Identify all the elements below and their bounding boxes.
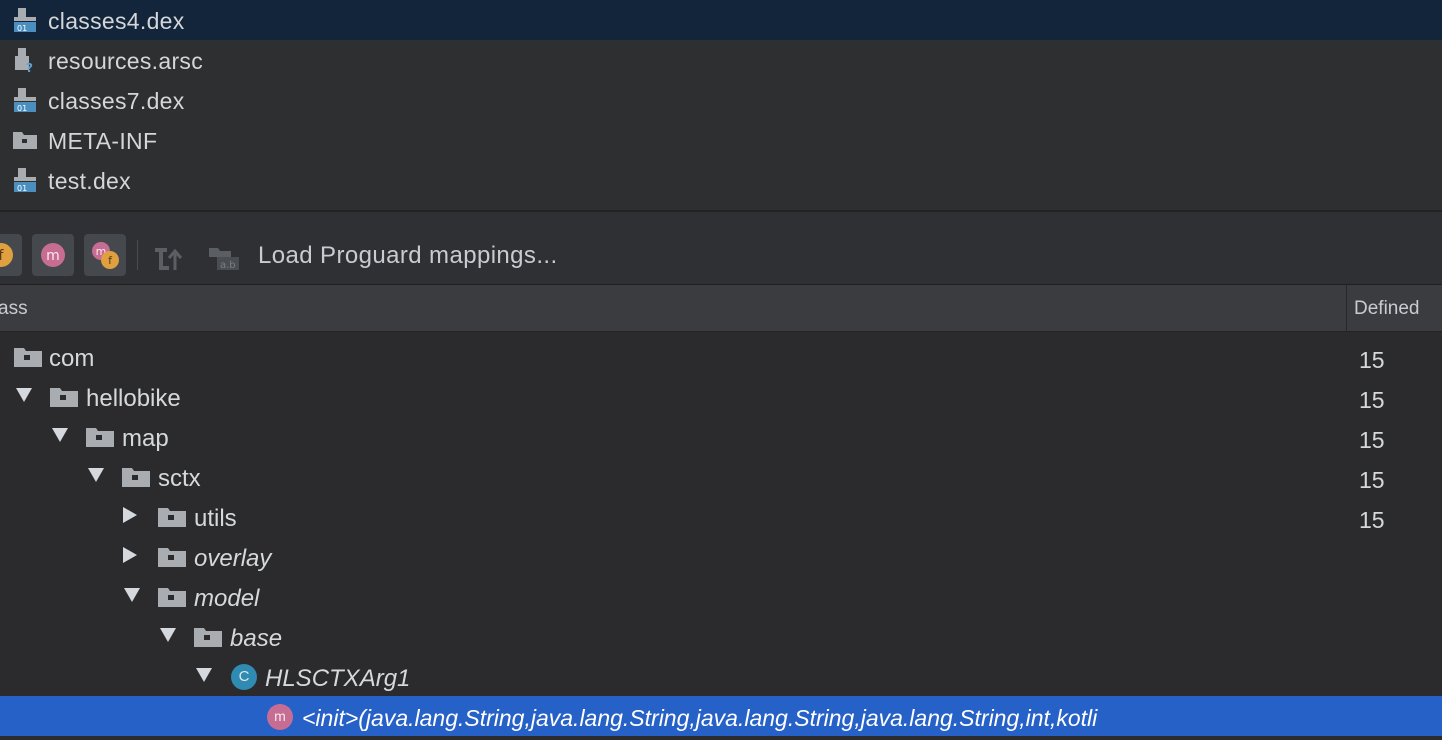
show-methods-button[interactable]: m bbox=[32, 234, 74, 276]
file-item-label: classes4.dex bbox=[48, 8, 185, 34]
tree-node-utils[interactable]: utils 15 bbox=[0, 496, 1442, 536]
defined-count: 15 bbox=[1359, 347, 1385, 373]
tree-node-label: HLSCTXArg1 bbox=[265, 665, 411, 692]
tree-node-overlay[interactable]: overlay bbox=[0, 536, 1442, 576]
tree-node-label: model bbox=[194, 585, 260, 612]
dex-file-icon: 01 bbox=[14, 8, 36, 33]
defined-count: 15 bbox=[1359, 387, 1385, 413]
tree-node-label: overlay bbox=[194, 545, 272, 572]
tree-node-label: <init>(java.lang.String,java.lang.String… bbox=[302, 705, 1098, 731]
package-folder-icon bbox=[50, 388, 78, 407]
tree-node-com[interactable]: com 15 bbox=[0, 336, 1442, 376]
package-folder-icon bbox=[122, 468, 150, 487]
defined-count: 15 bbox=[1359, 427, 1385, 453]
expand-arrow-icon[interactable] bbox=[160, 628, 176, 642]
tree-node-label: sctx bbox=[158, 465, 201, 492]
collapse-arrow-icon[interactable] bbox=[123, 507, 137, 523]
file-list: 01 classes4.dex ? resources.arsc 01 clas… bbox=[0, 0, 1442, 210]
file-item-classes7-dex[interactable]: 01 classes7.dex bbox=[0, 80, 1442, 120]
package-folder-icon bbox=[158, 588, 186, 607]
svg-text:?: ? bbox=[26, 61, 33, 73]
column-separator[interactable] bbox=[1346, 285, 1347, 331]
package-folder-icon bbox=[14, 348, 42, 367]
svg-text:a.b: a.b bbox=[220, 260, 236, 271]
tree-node-base[interactable]: base bbox=[0, 616, 1442, 656]
package-rename-icon[interactable]: a.b bbox=[207, 242, 241, 272]
svg-text:01: 01 bbox=[17, 104, 27, 113]
show-fields-button[interactable]: f bbox=[0, 234, 22, 276]
tree-node-label: base bbox=[230, 625, 283, 652]
svg-text:01: 01 bbox=[17, 24, 27, 33]
defined-column-header[interactable]: Defined bbox=[1354, 298, 1420, 320]
collapse-arrow-icon[interactable] bbox=[123, 547, 137, 563]
expand-arrow-icon[interactable] bbox=[88, 468, 104, 482]
dex-file-icon: 01 bbox=[14, 168, 36, 193]
load-proguard-mappings-link[interactable]: Load Proguard mappings... bbox=[258, 242, 558, 270]
class-column-header[interactable]: ass bbox=[0, 298, 28, 320]
tree-node-sctx[interactable]: sctx 15 bbox=[0, 456, 1442, 496]
defined-count: 15 bbox=[1359, 507, 1385, 533]
defined-count: 15 bbox=[1359, 467, 1385, 493]
file-item-label: classes7.dex bbox=[48, 88, 185, 114]
tree-node-label: utils bbox=[194, 505, 237, 532]
toolbar: f m m f a.b Load Proguard mappings... bbox=[0, 212, 1442, 285]
tree-node-init-method[interactable]: m <init>(java.lang.String,java.lang.Stri… bbox=[0, 696, 1442, 736]
tree-node-model[interactable]: model bbox=[0, 576, 1442, 616]
folder-icon bbox=[13, 132, 37, 149]
package-folder-icon bbox=[194, 628, 222, 647]
file-item-meta-inf[interactable]: META-INF bbox=[0, 120, 1442, 160]
tree-node-label: hellobike bbox=[86, 385, 181, 412]
class-tree: com 15 hellobike 15 map 15 sctx 15 utils bbox=[0, 332, 1442, 740]
fields-methods-icon: m f bbox=[92, 242, 119, 269]
show-referenced-button[interactable]: m f bbox=[84, 234, 126, 276]
unknown-file-icon: ? bbox=[15, 48, 33, 73]
file-item-resources-arsc[interactable]: ? resources.arsc bbox=[0, 40, 1442, 80]
method-icon: m bbox=[267, 704, 293, 730]
toolbar-separator bbox=[137, 240, 138, 270]
file-item-test-dex[interactable]: 01 test.dex bbox=[0, 160, 1442, 200]
expand-arrow-icon[interactable] bbox=[196, 668, 212, 682]
file-item-label: test.dex bbox=[48, 168, 131, 194]
field-icon: f bbox=[0, 243, 13, 267]
tree-column-header: ass Defined bbox=[0, 285, 1442, 332]
file-item-classes4-dex[interactable]: 01 classes4.dex bbox=[0, 0, 1442, 40]
dex-file-icon: 01 bbox=[14, 88, 36, 113]
tree-node-hellobike[interactable]: hellobike 15 bbox=[0, 376, 1442, 416]
svg-text:01: 01 bbox=[17, 184, 27, 193]
expand-arrow-icon[interactable] bbox=[16, 388, 32, 402]
file-item-label: resources.arsc bbox=[48, 48, 204, 74]
tree-node-label: map bbox=[122, 425, 169, 452]
tree-node-hlsctxarg1[interactable]: C HLSCTXArg1 bbox=[0, 656, 1442, 696]
file-item-label: META-INF bbox=[48, 128, 158, 154]
expand-arrow-icon[interactable] bbox=[124, 588, 140, 602]
svg-text:m: m bbox=[46, 248, 60, 264]
tree-node-label: com bbox=[49, 345, 95, 372]
navigate-up-icon[interactable] bbox=[153, 242, 187, 272]
package-folder-icon bbox=[158, 508, 186, 527]
class-icon: C bbox=[231, 664, 257, 690]
package-folder-icon bbox=[86, 428, 114, 447]
package-folder-icon bbox=[158, 548, 186, 567]
expand-arrow-icon[interactable] bbox=[52, 428, 68, 442]
tree-node-map[interactable]: map 15 bbox=[0, 416, 1442, 456]
method-icon: m bbox=[41, 243, 65, 267]
